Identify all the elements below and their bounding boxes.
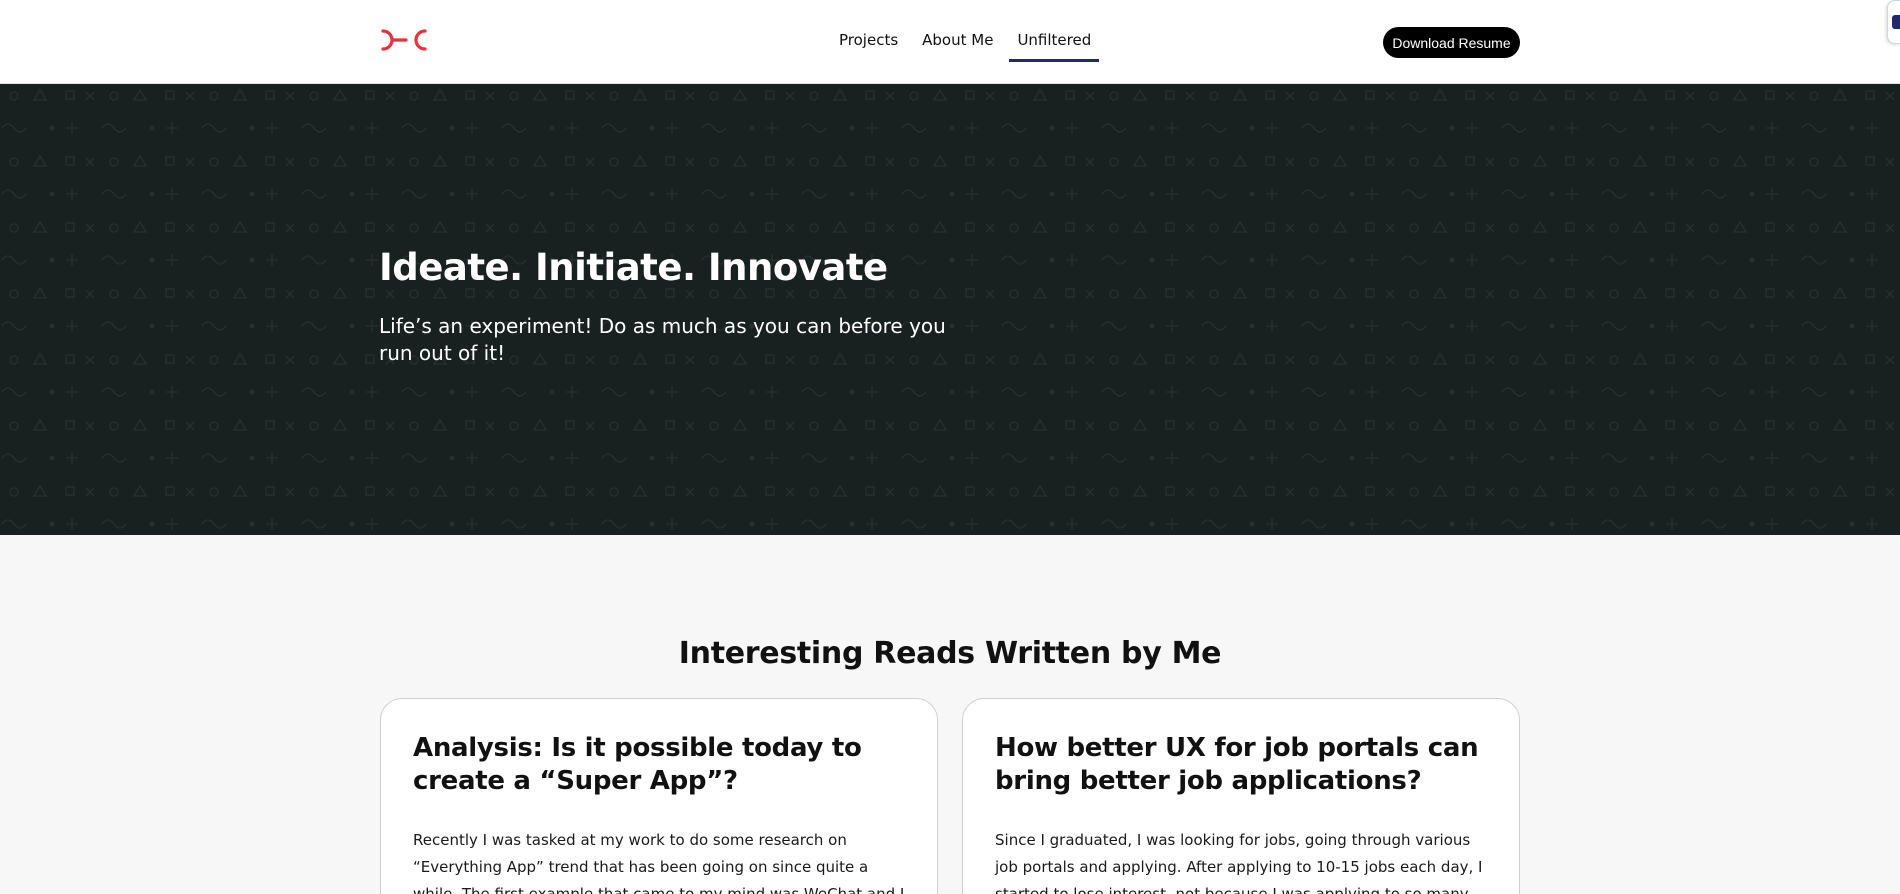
article-excerpt: Since I graduated, I was looking for job… [995, 831, 1483, 894]
hero-banner: Ideate. Initiate. Innovate Life’s an exp… [0, 84, 1900, 535]
download-resume-button[interactable]: Download Resume [1383, 27, 1520, 58]
article-excerpt: Recently I was tasked at my work to do s… [413, 831, 905, 894]
reads-heading: Interesting Reads Written by Me [678, 636, 1222, 671]
logo-icon[interactable] [379, 28, 429, 52]
hero-title: Ideate. Initiate. Innovate [379, 246, 888, 289]
browser-extension-tab[interactable] [1887, 0, 1900, 44]
article-card[interactable]: Analysis: Is it possible today to create… [380, 698, 938, 894]
main-nav: Projects About Me Unfiltered [831, 0, 1100, 84]
nav-link-about-me[interactable]: About Me [914, 0, 1001, 84]
article-title[interactable]: Analysis: Is it possible today to create… [413, 732, 905, 798]
hero-subtitle: Life’s an experiment! Do as much as you … [379, 314, 946, 365]
article-title[interactable]: How better UX for job portals can bring … [995, 732, 1487, 798]
top-navbar: Projects About Me Unfiltered Download Re… [0, 0, 1900, 84]
extension-icon [1892, 15, 1900, 29]
hero-background-pattern [0, 84, 1900, 535]
nav-link-projects[interactable]: Projects [831, 0, 906, 84]
nav-link-unfiltered[interactable]: Unfiltered [1009, 0, 1100, 84]
article-card[interactable]: How better UX for job portals can bring … [962, 698, 1520, 894]
